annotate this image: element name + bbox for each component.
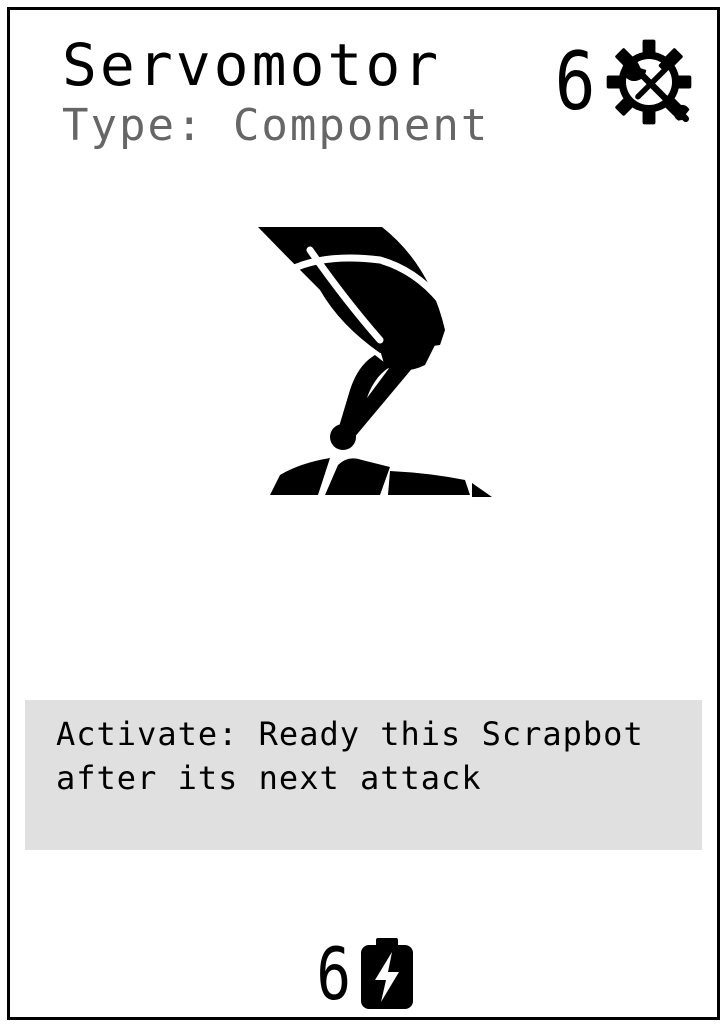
cost-badge: 6	[551, 32, 695, 132]
card[interactable]: Servomotor Type: Component 6 Activate: R…	[7, 7, 720, 1020]
gear-wrench-icon	[606, 39, 692, 125]
card-type: Type: Component	[62, 100, 490, 151]
ability-text: Activate: Ready this Scrapbot after its …	[56, 715, 644, 797]
power-value: 6	[316, 932, 351, 1016]
cost-value: 6	[554, 35, 596, 128]
card-title: Servomotor	[62, 31, 442, 99]
battery-bolt-icon	[361, 938, 414, 1009]
ability-textbox: Activate: Ready this Scrapbot after its …	[25, 700, 702, 850]
robotic-leg-icon	[258, 227, 492, 497]
power-badge: 6	[10, 937, 717, 1011]
